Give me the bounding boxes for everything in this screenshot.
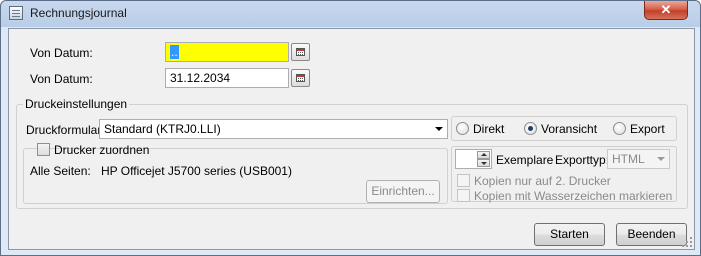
from-date-value: .. [170, 45, 179, 59]
radio-voransicht-label[interactable]: Voransicht [541, 122, 597, 136]
copies-spinner[interactable] [455, 149, 492, 169]
assign-printer-label[interactable]: Drucker zuordnen [54, 143, 149, 157]
print-settings-title: Druckeinstellungen [23, 97, 130, 111]
radio-direkt-label[interactable]: Direkt [473, 122, 504, 136]
watermark-checkbox[interactable] [457, 189, 470, 202]
dialog-body: Von Datum: .. Von Datum: 31.12.2034 Druc… [8, 28, 695, 250]
start-button[interactable]: Starten [534, 223, 605, 246]
print-form-value: Standard (KTRJ0.LLI) [104, 122, 221, 136]
watermark-label: Kopien mit Wasserzeichen markieren [474, 189, 673, 203]
window-title: Rechnungsjournal [30, 6, 127, 20]
spinner-buttons [477, 151, 490, 167]
print-form-label: Druckformular: [26, 123, 105, 137]
radio-direkt[interactable] [456, 122, 469, 135]
export-type-label: Exporttyp: [555, 153, 610, 167]
title-bar[interactable]: Rechnungsjournal ✕ [1, 1, 700, 25]
copies-second-printer-label: Kopien nur auf 2. Drucker [474, 174, 611, 188]
printer-name: HP Officejet J5700 series (USB001) [101, 164, 292, 178]
dialog-window: Rechnungsjournal ✕ Von Datum: .. Von Dat… [0, 0, 701, 256]
from-date-input[interactable]: .. [165, 42, 289, 62]
copies-label: Exemplare [496, 153, 554, 167]
to-date-input[interactable]: 31.12.2034 [165, 68, 289, 88]
chevron-down-icon [657, 157, 665, 161]
export-type-select[interactable]: HTML [607, 149, 670, 169]
export-type-value: HTML [612, 152, 645, 166]
all-pages-label: Alle Seiten: [30, 164, 91, 178]
app-icon [9, 6, 23, 20]
resize-grip-icon[interactable] [682, 237, 692, 247]
quit-button[interactable]: Beenden [616, 223, 687, 246]
radio-export[interactable] [613, 122, 626, 135]
radio-export-label[interactable]: Export [630, 122, 665, 136]
spin-down-icon[interactable] [477, 159, 490, 167]
printer-setup-button[interactable]: Einrichten... [366, 180, 440, 203]
from-date-label: Von Datum: [30, 46, 93, 60]
to-date-calendar-button[interactable] [291, 69, 310, 87]
assign-printer-checkbox[interactable] [37, 143, 50, 156]
calendar-icon [296, 48, 305, 56]
print-form-select[interactable]: Standard (KTRJ0.LLI) [99, 119, 448, 139]
to-date-label: Von Datum: [30, 72, 93, 86]
calendar-icon [296, 74, 305, 82]
radio-voransicht[interactable] [524, 122, 537, 135]
close-button[interactable]: ✕ [644, 1, 688, 20]
copies-second-printer-checkbox[interactable] [457, 174, 470, 187]
chevron-down-icon [435, 127, 443, 131]
from-date-calendar-button[interactable] [291, 43, 310, 61]
spin-up-icon[interactable] [477, 151, 490, 159]
